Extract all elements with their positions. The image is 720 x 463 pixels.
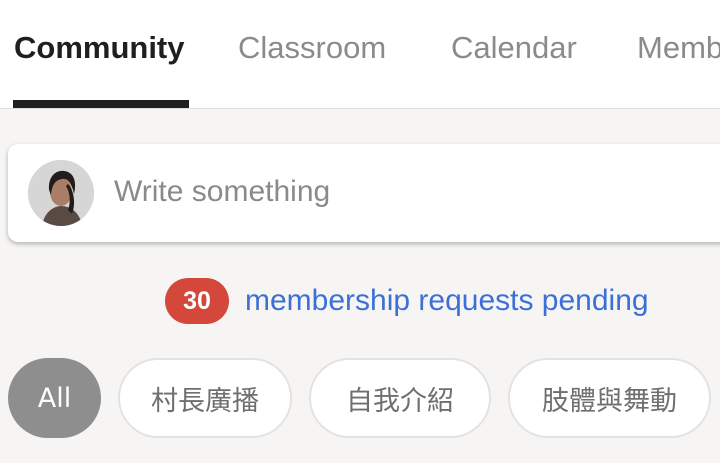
tab-members[interactable]: Members — [637, 30, 720, 66]
membership-requests-link[interactable]: 30 membership requests pending — [165, 278, 649, 324]
filter-chip-announcements[interactable]: 村長廣播 — [118, 358, 292, 438]
requests-pending-text[interactable]: membership requests pending — [245, 284, 649, 318]
tab-calendar[interactable]: Calendar — [451, 30, 577, 66]
filter-chip-body-movement[interactable]: 肢體與舞動 — [508, 358, 711, 438]
active-tab-indicator — [13, 100, 189, 108]
filter-chip-introductions[interactable]: 自我介紹 — [309, 358, 491, 438]
write-something-input[interactable]: Write something — [114, 175, 330, 209]
avatar — [28, 160, 94, 226]
tab-bar: Community Classroom Calendar Members — [0, 0, 720, 109]
post-composer[interactable]: Write something — [8, 144, 720, 242]
filter-chip-all[interactable]: All — [8, 358, 101, 438]
tab-classroom[interactable]: Classroom — [238, 30, 386, 66]
requests-count-badge: 30 — [165, 278, 229, 324]
tab-community[interactable]: Community — [14, 30, 185, 66]
user-avatar-icon — [28, 160, 94, 226]
